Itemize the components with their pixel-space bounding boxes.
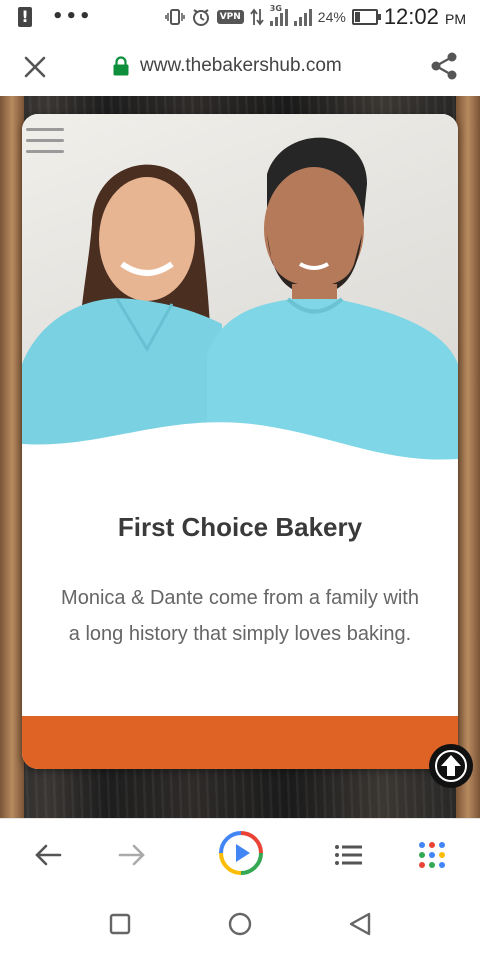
hamburger-menu-icon[interactable] xyxy=(26,128,64,158)
card-title: First Choice Bakery xyxy=(117,512,363,542)
arrow-up-circle-icon[interactable] xyxy=(427,742,475,790)
clock: 12:02 PM xyxy=(383,4,466,29)
vibrate-icon xyxy=(164,8,185,26)
alarm-icon xyxy=(191,7,211,27)
owners-photo xyxy=(22,114,458,479)
recent-apps-icon[interactable] xyxy=(106,910,136,940)
arrow-left-icon[interactable] xyxy=(28,835,68,875)
arrow-right-icon[interactable] xyxy=(112,835,152,875)
alert-icon: ! xyxy=(18,6,32,27)
vpn-badge: VPN xyxy=(216,10,244,24)
more-notifications-icon: ••• xyxy=(52,6,93,27)
list-icon[interactable] xyxy=(328,835,368,875)
system-nav-bar xyxy=(0,888,480,960)
status-bar: ! ••• VPN 3G 24% 12:02 PM xyxy=(0,0,480,36)
close-icon[interactable] xyxy=(20,52,50,82)
share-icon[interactable] xyxy=(428,50,460,82)
card-footer-bar[interactable] xyxy=(22,716,458,769)
network-type-label: 3G xyxy=(269,4,282,13)
browser-toolbar xyxy=(0,818,480,889)
lock-icon xyxy=(112,56,130,76)
apps-grid-icon[interactable] xyxy=(412,835,452,875)
battery-percent: 24% xyxy=(317,9,346,25)
signal-3g-icon: 3G xyxy=(269,4,288,26)
battery-icon xyxy=(351,9,381,25)
play-circle-icon[interactable] xyxy=(217,829,265,877)
data-arrows-icon xyxy=(250,8,264,26)
url-text[interactable]: www.thebakershub.com xyxy=(140,55,342,77)
back-triangle-icon[interactable] xyxy=(346,910,376,940)
url-bar: www.thebakershub.com xyxy=(0,36,480,96)
bakery-card: First Choice Bakery Monica & Dante come … xyxy=(22,114,458,769)
signal-icon xyxy=(293,8,312,26)
card-description: Monica & Dante come from a family with a… xyxy=(61,587,419,645)
home-icon[interactable] xyxy=(226,910,256,940)
